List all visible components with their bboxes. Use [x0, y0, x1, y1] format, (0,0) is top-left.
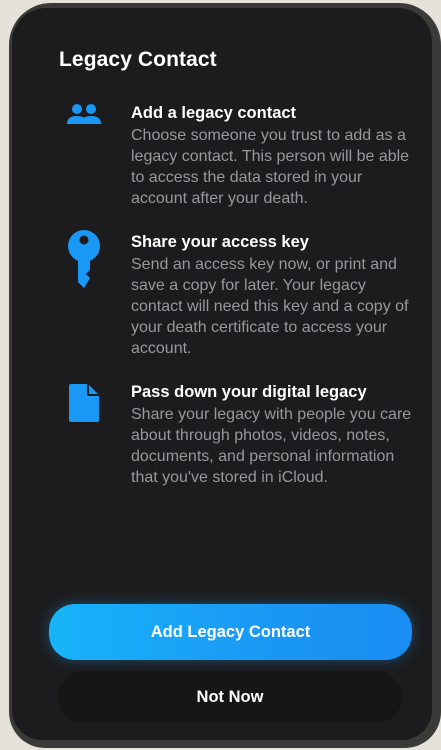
key-icon — [59, 230, 109, 292]
add-legacy-contact-button[interactable]: Add Legacy Contact — [49, 604, 412, 660]
feature-description: Choose someone you trust to add as a leg… — [131, 127, 410, 207]
not-now-button[interactable]: Not Now — [58, 671, 402, 723]
feature-description: Send an access key now, or print and sav… — [131, 256, 409, 357]
document-icon — [59, 384, 109, 422]
page-title: Legacy Contact — [59, 48, 217, 71]
feature-title: Add a legacy contact — [131, 104, 297, 122]
feature-title: Pass down your digital legacy — [131, 383, 367, 401]
feature-description: Share your legacy with people you care a… — [131, 406, 412, 486]
legacy-contact-sheet: Legacy Contact Add a legacy contact Choo… — [12, 8, 432, 740]
feature-title: Share your access key — [131, 233, 309, 251]
people-icon — [59, 103, 109, 127]
